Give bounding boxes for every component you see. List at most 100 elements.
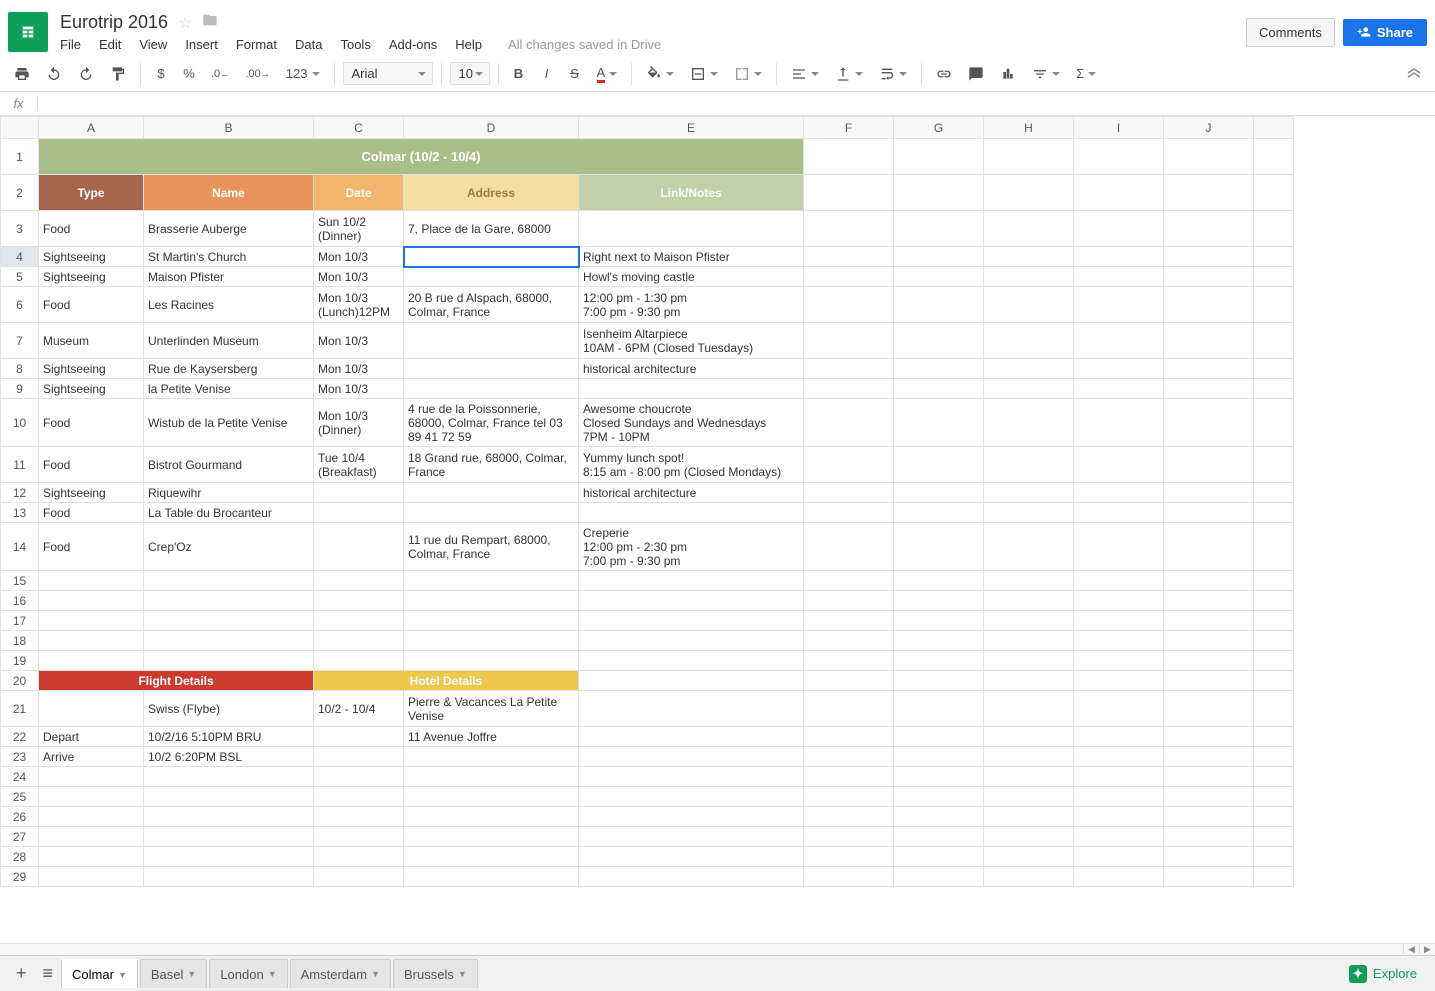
row-header[interactable]: 21 bbox=[1, 691, 39, 727]
cell[interactable] bbox=[894, 447, 984, 483]
cell[interactable]: Name bbox=[144, 175, 314, 211]
menu-help[interactable]: Help bbox=[455, 37, 482, 52]
row-header[interactable]: 8 bbox=[1, 359, 39, 379]
cell[interactable] bbox=[1074, 571, 1164, 591]
cell[interactable] bbox=[144, 591, 314, 611]
cell[interactable] bbox=[1254, 651, 1294, 671]
spreadsheet-grid[interactable]: ABCDEFGHIJ1Colmar (10/2 - 10/4)2TypeName… bbox=[0, 116, 1435, 943]
cell[interactable] bbox=[984, 611, 1074, 631]
cell[interactable] bbox=[579, 691, 804, 727]
cell[interactable] bbox=[579, 379, 804, 399]
merge-cells-button[interactable] bbox=[728, 61, 768, 87]
cell[interactable] bbox=[1074, 651, 1164, 671]
cell[interactable]: Mon 10/3 (Lunch)12PM bbox=[314, 287, 404, 323]
cell[interactable]: Food bbox=[39, 447, 144, 483]
chevron-down-icon[interactable]: ▼ bbox=[371, 969, 380, 979]
cell[interactable]: La Table du Brocanteur bbox=[144, 503, 314, 523]
cell[interactable] bbox=[404, 267, 579, 287]
cell[interactable] bbox=[984, 379, 1074, 399]
row-header[interactable]: 28 bbox=[1, 847, 39, 867]
cell[interactable] bbox=[404, 787, 579, 807]
cell[interactable] bbox=[39, 847, 144, 867]
cell[interactable] bbox=[1164, 827, 1254, 847]
cell[interactable]: 4 rue de la Poissonnerie, 68000, Colmar,… bbox=[404, 399, 579, 447]
cell[interactable]: Date bbox=[314, 175, 404, 211]
dec-decrease-button[interactable]: .0← bbox=[205, 61, 235, 87]
cell[interactable] bbox=[984, 447, 1074, 483]
cell[interactable] bbox=[1254, 523, 1294, 571]
cell[interactable] bbox=[1074, 287, 1164, 323]
cell[interactable] bbox=[579, 503, 804, 523]
cell[interactable] bbox=[804, 631, 894, 651]
cell[interactable] bbox=[1074, 807, 1164, 827]
cell[interactable] bbox=[1254, 671, 1294, 691]
cell[interactable] bbox=[984, 767, 1074, 787]
cell[interactable] bbox=[314, 611, 404, 631]
cell[interactable] bbox=[579, 671, 804, 691]
cell[interactable] bbox=[984, 211, 1074, 247]
row-header[interactable]: 7 bbox=[1, 323, 39, 359]
cell[interactable] bbox=[404, 631, 579, 651]
cell[interactable] bbox=[314, 523, 404, 571]
cell[interactable] bbox=[404, 747, 579, 767]
cell[interactable] bbox=[1074, 139, 1164, 175]
cell[interactable] bbox=[984, 691, 1074, 727]
cell[interactable]: Sightseeing bbox=[39, 267, 144, 287]
cell[interactable] bbox=[894, 727, 984, 747]
percent-button[interactable]: % bbox=[177, 61, 201, 87]
cell[interactable] bbox=[804, 175, 894, 211]
cell[interactable] bbox=[404, 651, 579, 671]
sheet-tab-london[interactable]: London▼ bbox=[209, 959, 287, 988]
cell[interactable] bbox=[1254, 611, 1294, 631]
cell[interactable] bbox=[404, 359, 579, 379]
cell[interactable] bbox=[1164, 211, 1254, 247]
cell[interactable]: Howl's moving castle bbox=[579, 267, 804, 287]
cell[interactable] bbox=[804, 503, 894, 523]
fill-color-button[interactable] bbox=[640, 61, 680, 87]
cell[interactable]: Food bbox=[39, 211, 144, 247]
row-header[interactable]: 15 bbox=[1, 571, 39, 591]
cell[interactable] bbox=[1164, 571, 1254, 591]
cell[interactable]: Les Racines bbox=[144, 287, 314, 323]
cell[interactable] bbox=[314, 503, 404, 523]
cell[interactable] bbox=[1254, 591, 1294, 611]
cell[interactable] bbox=[804, 671, 894, 691]
col-header-F[interactable]: F bbox=[804, 117, 894, 139]
cell[interactable]: 10/2/16 5:10PM BRU bbox=[144, 727, 314, 747]
cell[interactable] bbox=[1254, 691, 1294, 727]
cell[interactable] bbox=[39, 867, 144, 887]
cell[interactable] bbox=[1074, 503, 1164, 523]
cell[interactable] bbox=[894, 767, 984, 787]
cell[interactable] bbox=[404, 503, 579, 523]
cell[interactable] bbox=[1164, 787, 1254, 807]
cell[interactable] bbox=[1254, 483, 1294, 503]
undo-icon[interactable] bbox=[40, 61, 68, 87]
cell[interactable] bbox=[314, 571, 404, 591]
menu-tools[interactable]: Tools bbox=[340, 37, 370, 52]
bold-button[interactable]: B bbox=[507, 61, 531, 87]
cell[interactable] bbox=[144, 847, 314, 867]
cell[interactable] bbox=[984, 323, 1074, 359]
cell[interactable] bbox=[144, 787, 314, 807]
cell[interactable]: St Martin's Church bbox=[144, 247, 314, 267]
cell[interactable]: Wistub de la Petite Venise bbox=[144, 399, 314, 447]
cell[interactable] bbox=[1164, 847, 1254, 867]
select-all-corner[interactable] bbox=[1, 117, 39, 139]
cell[interactable] bbox=[894, 611, 984, 631]
cell[interactable]: Mon 10/3 bbox=[314, 267, 404, 287]
chevron-down-icon[interactable]: ▼ bbox=[458, 969, 467, 979]
col-header-I[interactable]: I bbox=[1074, 117, 1164, 139]
cell[interactable] bbox=[1164, 631, 1254, 651]
cell[interactable] bbox=[1254, 287, 1294, 323]
cell[interactable] bbox=[1164, 523, 1254, 571]
cell[interactable] bbox=[1254, 767, 1294, 787]
row-header[interactable]: 29 bbox=[1, 867, 39, 887]
v-align-button[interactable] bbox=[829, 61, 869, 87]
cell[interactable] bbox=[984, 523, 1074, 571]
cell[interactable]: Food bbox=[39, 287, 144, 323]
cell[interactable] bbox=[1254, 571, 1294, 591]
cell[interactable] bbox=[804, 787, 894, 807]
cell[interactable]: 18 Grand rue, 68000, Colmar, France bbox=[404, 447, 579, 483]
cell[interactable] bbox=[804, 867, 894, 887]
cell[interactable] bbox=[1164, 611, 1254, 631]
